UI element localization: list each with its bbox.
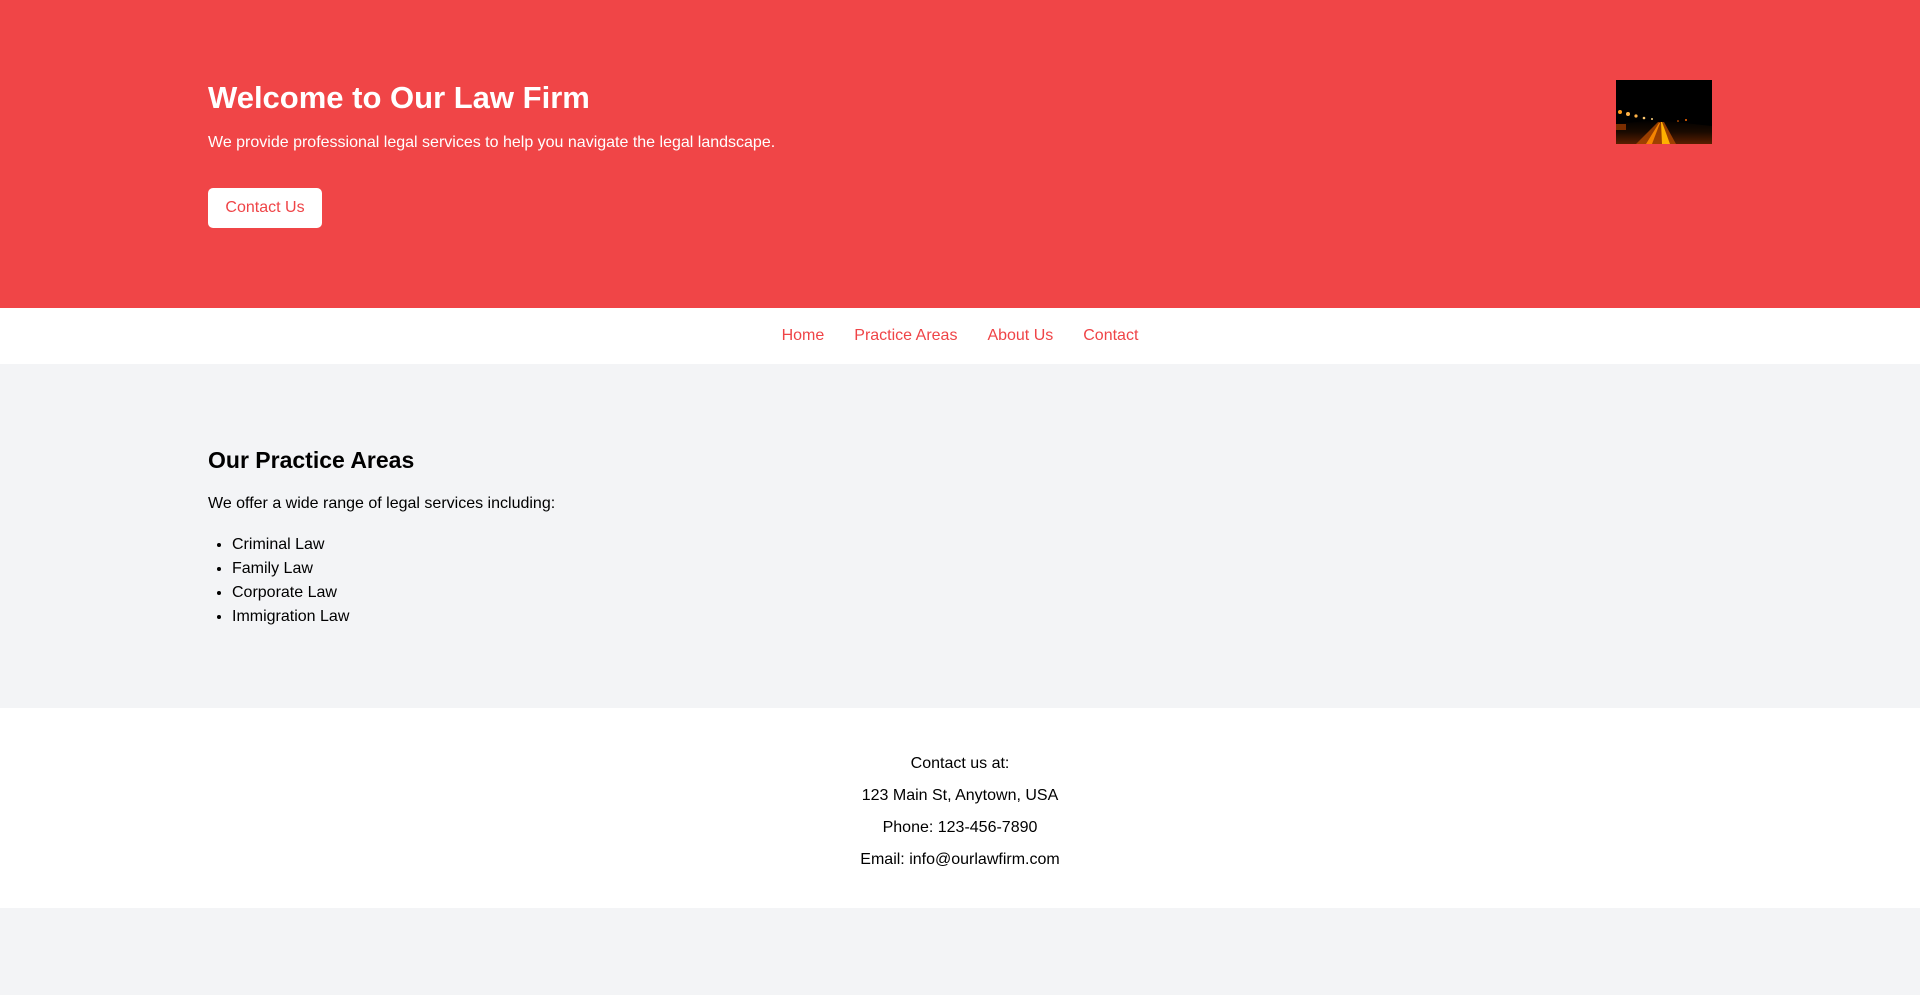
footer-email: Email: info@ourlawfirm.com: [860, 851, 1060, 868]
nav-contact-link[interactable]: Contact: [1083, 308, 1138, 364]
nav-about-us-link[interactable]: About Us: [987, 308, 1053, 364]
practice-areas-intro: We offer a wide range of legal services …: [208, 495, 556, 512]
footer-address: 123 Main St, Anytown, USA: [861, 787, 1059, 804]
practice-areas-list: Criminal Law Family Law Corporate Law Im…: [232, 533, 349, 629]
hero-subtitle: We provide professional legal services t…: [208, 134, 776, 151]
night-road-image: [1616, 80, 1712, 144]
list-item: Criminal Law: [232, 533, 349, 557]
footer-heading: Contact us at:: [910, 755, 1010, 772]
contact-us-button[interactable]: Contact Us: [208, 188, 322, 228]
practice-areas-title: Our Practice Areas: [208, 447, 415, 473]
hero-image: [1616, 80, 1712, 144]
main-nav: Home Practice Areas About Us Contact: [0, 308, 1920, 364]
hero-title: Welcome to Our Law Firm: [208, 80, 590, 115]
list-item: Corporate Law: [232, 581, 349, 605]
footer-phone: Phone: 123-456-7890: [882, 819, 1038, 836]
contact-footer: Contact us at: 123 Main St, Anytown, USA…: [0, 708, 1920, 908]
list-item: Family Law: [232, 557, 349, 581]
hero-section: Welcome to Our Law Firm We provide profe…: [0, 0, 1920, 308]
nav-home-link[interactable]: Home: [782, 308, 825, 364]
nav-practice-areas-link[interactable]: Practice Areas: [854, 308, 957, 364]
list-item: Immigration Law: [232, 605, 349, 629]
